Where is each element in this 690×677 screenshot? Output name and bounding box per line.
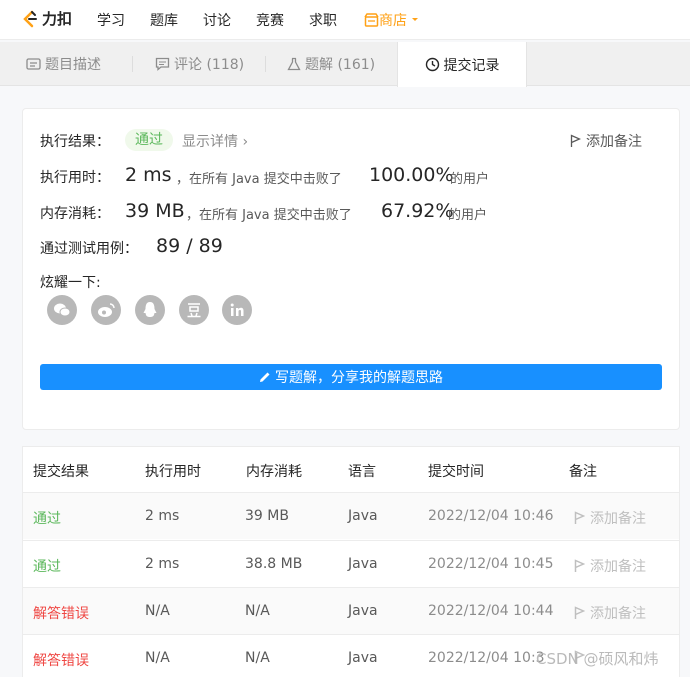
tab-label: 题解 (161) bbox=[305, 57, 376, 73]
tab-label: 评论 (118) bbox=[174, 57, 245, 73]
runtime-value: 2 ms bbox=[125, 164, 172, 186]
tab-description[interactable]: 题目描述 bbox=[26, 42, 101, 86]
memory-text: ，在所有 Java 提交中击败了 bbox=[186, 208, 352, 223]
linkedin-glyph bbox=[230, 303, 244, 316]
add-note-button[interactable]: 添加备注 bbox=[570, 131, 642, 151]
problem-tabs: 题目描述 评论 (118) 题解 (161) 提交记录 bbox=[0, 42, 690, 87]
row-status[interactable]: 解答错误 bbox=[33, 650, 89, 670]
row-status[interactable]: 解答错误 bbox=[33, 603, 89, 623]
table-row[interactable]: 通过 2 ms 39 MB Java 2022/12/04 10:46 添加备注 bbox=[23, 492, 679, 539]
write-solution-button[interactable]: 写题解，分享我的解题思路 bbox=[40, 364, 662, 390]
row-date: 2022/12/04 10:3 bbox=[428, 650, 545, 666]
top-navbar: 力扣 学习 题库 讨论 竞赛 求职 商店 bbox=[0, 0, 690, 40]
memory-label: 内存消耗： bbox=[40, 206, 110, 222]
tab-divider bbox=[265, 56, 266, 72]
runtime-percent: 100.00% bbox=[369, 164, 454, 186]
description-icon bbox=[26, 58, 41, 70]
row-runtime: 2 ms bbox=[145, 508, 180, 524]
show-details-link[interactable]: 显示详情 › bbox=[182, 131, 248, 151]
row-memory: 38.8 MB bbox=[245, 556, 303, 572]
flag-icon bbox=[574, 559, 585, 572]
logo-text: 力扣 bbox=[42, 10, 73, 28]
row-memory: 39 MB bbox=[245, 508, 289, 524]
nav-item-learn[interactable]: 学习 bbox=[97, 10, 125, 30]
nav-item-shop[interactable]: 商店 bbox=[364, 10, 420, 30]
row-add-note[interactable]: 添加备注 bbox=[574, 508, 646, 528]
shop-label: 商店 bbox=[379, 13, 407, 29]
runtime-users: 的用户 bbox=[450, 172, 490, 187]
add-note-label: 添加备注 bbox=[590, 559, 646, 575]
table-row[interactable]: 解答错误 N/A N/A Java 2022/12/04 10:44 添加备注 bbox=[23, 587, 679, 634]
row-memory: N/A bbox=[245, 650, 270, 666]
row-runtime: 2 ms bbox=[145, 556, 180, 572]
runtime-label: 执行用时： bbox=[40, 170, 110, 186]
memory-value: 39 MB bbox=[125, 200, 185, 222]
flag-icon bbox=[574, 606, 585, 619]
row-language: Java bbox=[348, 650, 378, 666]
row-language: Java bbox=[348, 603, 378, 619]
memory-percent: 67.92% bbox=[381, 200, 454, 222]
row-language: Java bbox=[348, 556, 378, 572]
row-date: 2022/12/04 10:45 bbox=[428, 556, 554, 572]
status-badge: 通过 bbox=[125, 129, 173, 151]
nav-item-discuss[interactable]: 讨论 bbox=[203, 10, 231, 30]
nav-item-contest[interactable]: 竞赛 bbox=[256, 10, 284, 30]
header-runtime: 执行用时 bbox=[145, 464, 201, 480]
row-status[interactable]: 通过 bbox=[33, 556, 61, 576]
flask-icon bbox=[287, 57, 301, 71]
tab-submissions[interactable]: 提交记录 bbox=[397, 42, 527, 87]
header-note: 备注 bbox=[569, 464, 597, 480]
flag-icon bbox=[570, 134, 581, 147]
douban-icon[interactable] bbox=[179, 295, 209, 325]
row-add-note[interactable]: 添加备注 bbox=[574, 603, 646, 623]
row-status[interactable]: 通过 bbox=[33, 508, 61, 528]
wechat-glyph bbox=[54, 303, 71, 317]
tab-divider bbox=[132, 56, 133, 72]
tab-label: 题目描述 bbox=[45, 57, 101, 73]
nav-item-jobs[interactable]: 求职 bbox=[309, 10, 337, 30]
linkedin-icon[interactable] bbox=[222, 295, 252, 325]
tab-solutions[interactable]: 题解 (161) bbox=[287, 42, 375, 86]
row-memory: N/A bbox=[245, 603, 270, 619]
row-date: 2022/12/04 10:44 bbox=[428, 603, 554, 619]
row-date: 2022/12/04 10:46 bbox=[428, 508, 554, 524]
nav-item-problems[interactable]: 题库 bbox=[150, 10, 178, 30]
qq-icon[interactable] bbox=[135, 295, 165, 325]
pencil-icon bbox=[260, 372, 270, 382]
watermark: CSDN @硕风和炜 bbox=[536, 650, 659, 668]
table-row[interactable]: 通过 2 ms 38.8 MB Java 2022/12/04 10:45 添加… bbox=[23, 540, 679, 587]
chevron-down-icon bbox=[412, 18, 418, 21]
row-runtime: N/A bbox=[145, 603, 170, 619]
test-cases-label: 通过测试用例： bbox=[40, 241, 138, 257]
douban-glyph bbox=[187, 303, 201, 318]
header-language: 语言 bbox=[348, 464, 376, 480]
weibo-icon[interactable] bbox=[91, 295, 121, 325]
header-time: 提交时间 bbox=[428, 464, 484, 480]
tab-comments[interactable]: 评论 (118) bbox=[155, 42, 244, 86]
shop-icon bbox=[364, 13, 379, 27]
memory-users: 的用户 bbox=[448, 208, 488, 223]
write-solution-label: 写题解，分享我的解题思路 bbox=[275, 370, 443, 386]
header-status: 提交结果 bbox=[33, 464, 89, 480]
flag-icon bbox=[574, 511, 585, 524]
share-label: 炫耀一下: bbox=[40, 275, 101, 291]
weibo-glyph bbox=[98, 303, 115, 317]
wechat-icon[interactable] bbox=[47, 295, 77, 325]
leetcode-logo[interactable]: 力扣 bbox=[20, 8, 72, 29]
result-label: 执行结果： bbox=[40, 134, 110, 150]
add-note-label: 添加备注 bbox=[590, 511, 646, 527]
add-note-label: 添加备注 bbox=[586, 134, 642, 150]
row-runtime: N/A bbox=[145, 650, 170, 666]
clock-icon bbox=[425, 57, 439, 72]
qq-glyph bbox=[143, 302, 157, 317]
test-cases-value: 89 / 89 bbox=[156, 235, 223, 257]
add-note-label: 添加备注 bbox=[590, 606, 646, 622]
header-memory: 内存消耗 bbox=[246, 464, 302, 480]
tab-label: 提交记录 bbox=[443, 57, 500, 74]
leetcode-logo-icon bbox=[23, 10, 37, 27]
row-language: Java bbox=[348, 508, 378, 524]
comment-icon bbox=[155, 57, 170, 71]
row-add-note[interactable]: 添加备注 bbox=[574, 556, 646, 576]
runtime-text: ，在所有 Java 提交中击败了 bbox=[176, 172, 342, 187]
